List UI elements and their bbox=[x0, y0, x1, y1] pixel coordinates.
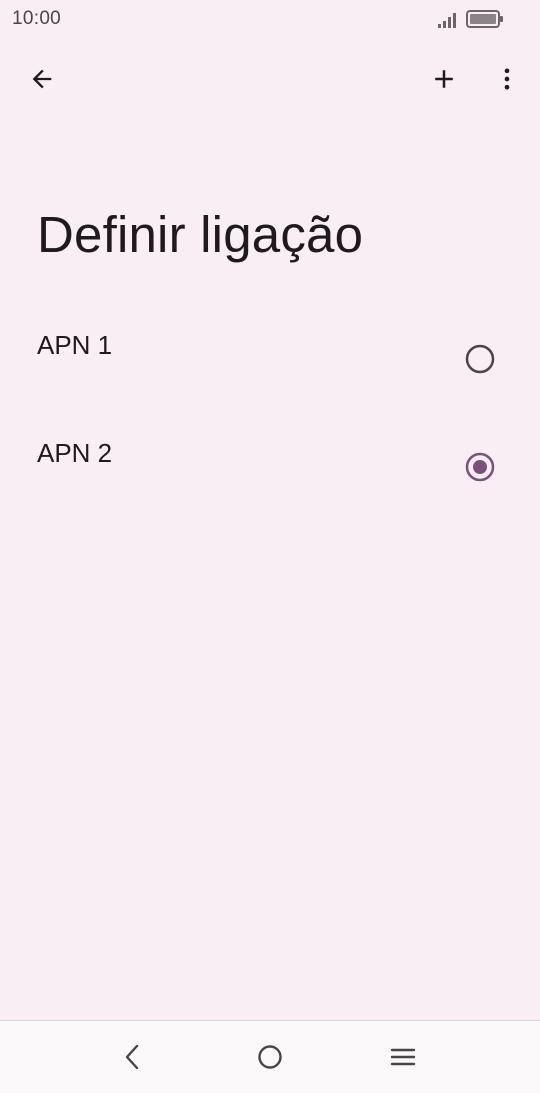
nav-home-icon bbox=[258, 1045, 282, 1069]
apn-item-1[interactable]: APN 1 bbox=[0, 310, 540, 418]
battery-icon bbox=[466, 10, 503, 28]
status-time: 10:00 bbox=[12, 8, 62, 29]
system-nav-bar bbox=[0, 1020, 540, 1093]
more-options-button[interactable] bbox=[481, 53, 533, 105]
page-title: Definir ligação bbox=[37, 206, 364, 263]
radio-unselected-icon[interactable] bbox=[464, 343, 496, 375]
nav-home-button[interactable] bbox=[246, 1033, 294, 1081]
nav-back-button[interactable] bbox=[108, 1033, 156, 1081]
radio-selected-icon[interactable] bbox=[464, 451, 496, 483]
nav-recents-button[interactable] bbox=[379, 1033, 427, 1081]
arrow-back-icon bbox=[32, 69, 52, 89]
more-vert-icon bbox=[504, 68, 510, 90]
apn-label: APN 1 bbox=[37, 330, 113, 360]
nav-back-icon bbox=[125, 1044, 139, 1070]
apn-list: APN 1 APN 2 bbox=[0, 310, 540, 526]
top-app-bar bbox=[0, 50, 540, 108]
add-apn-button[interactable] bbox=[418, 53, 470, 105]
signal-icon bbox=[438, 13, 456, 28]
nav-recents-icon bbox=[390, 1048, 416, 1066]
plus-icon bbox=[435, 70, 453, 88]
apn-item-2[interactable]: APN 2 bbox=[0, 418, 540, 526]
apn-label: APN 2 bbox=[37, 438, 113, 468]
status-bar: 10:00 bbox=[0, 0, 540, 36]
back-button[interactable] bbox=[16, 53, 68, 105]
